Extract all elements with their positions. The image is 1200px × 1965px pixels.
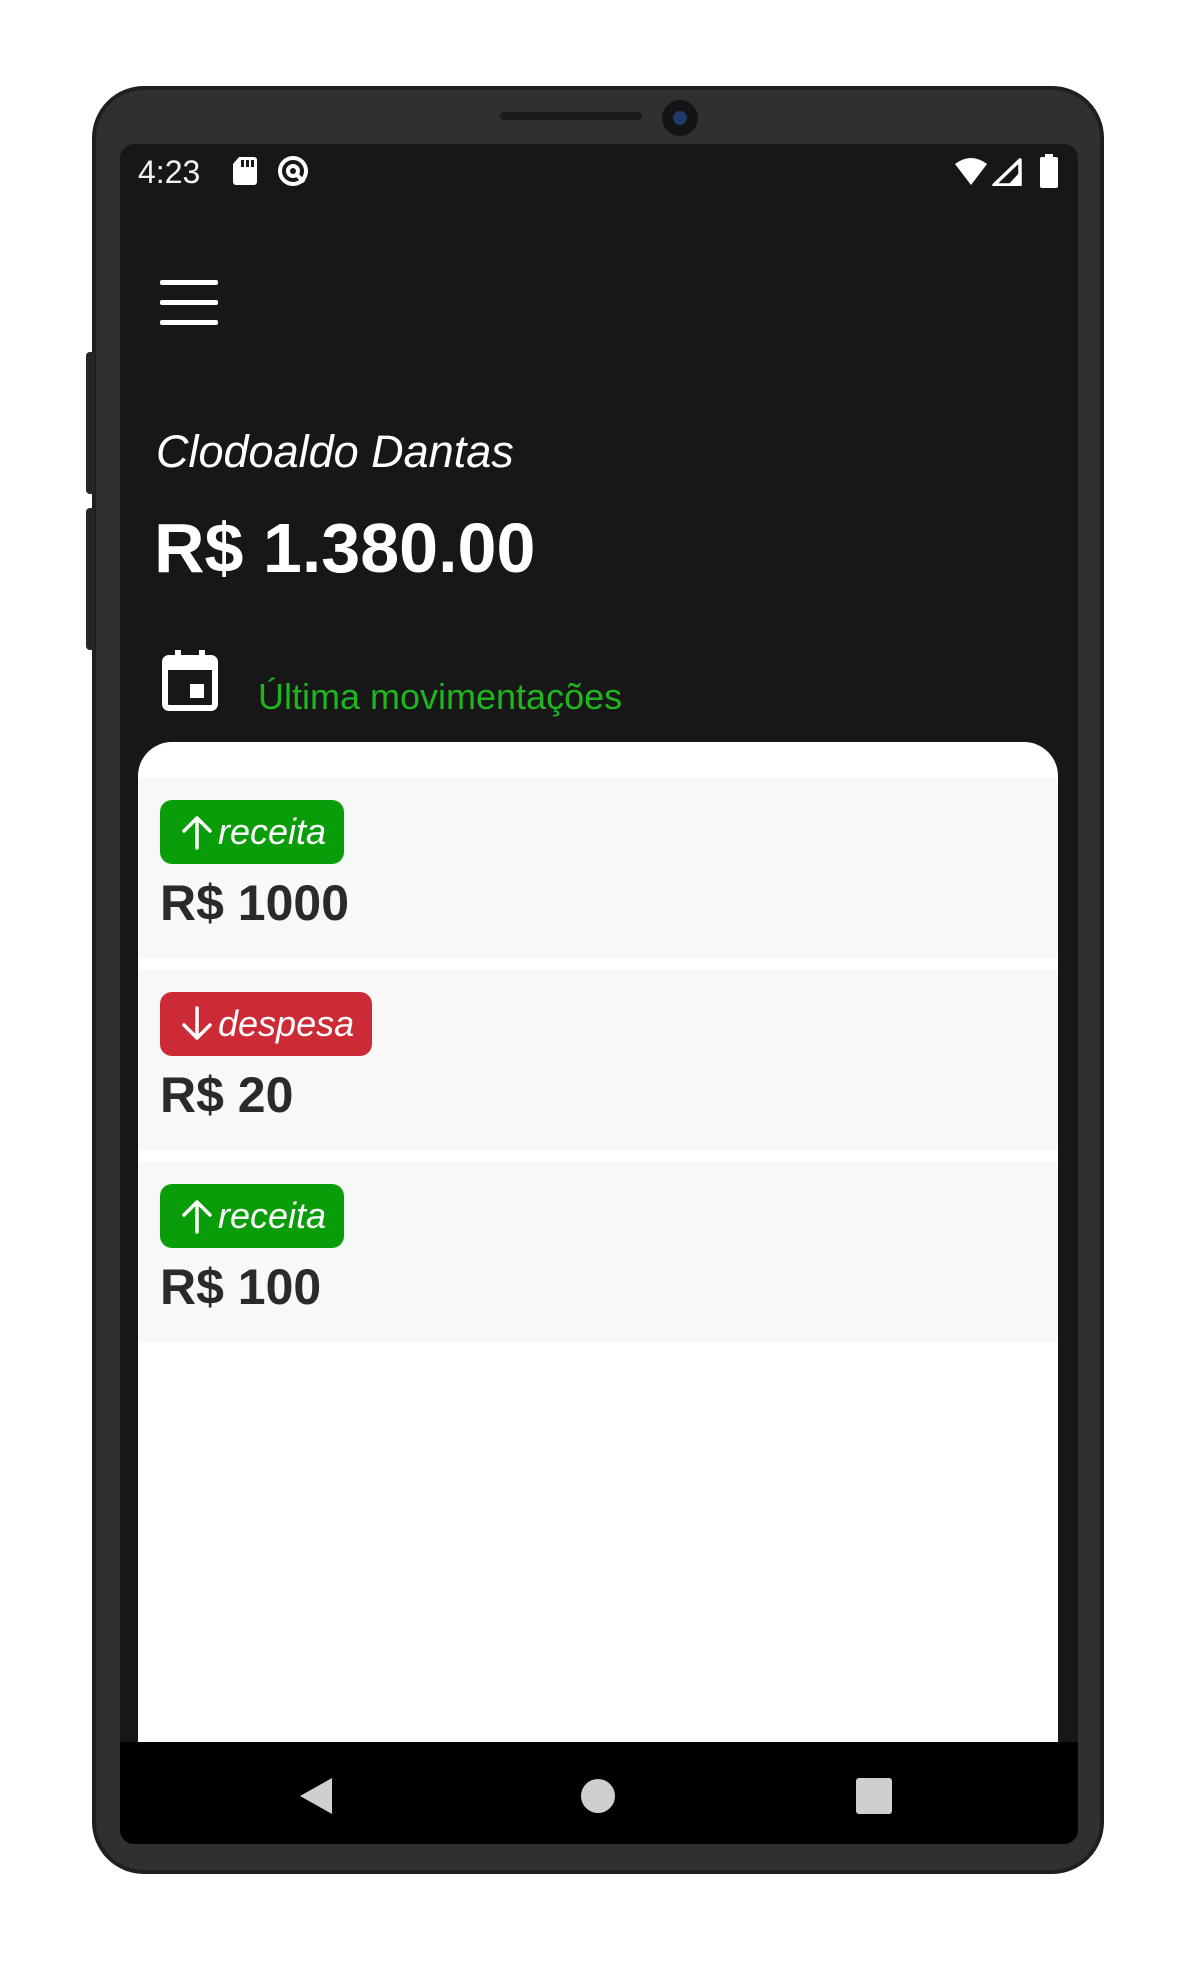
battery-icon	[1040, 154, 1058, 188]
section-title: Última movimentações	[258, 676, 623, 717]
volume-button	[86, 352, 94, 494]
badge-label: despesa	[218, 1003, 355, 1044]
sd-card-icon	[233, 157, 257, 185]
arrow-down-icon	[182, 1006, 212, 1040]
transaction-amount: R$ 20	[160, 1067, 294, 1123]
calendar-icon[interactable]	[162, 650, 218, 712]
hamburger-menu-icon[interactable]	[158, 280, 222, 332]
transaction-amount: R$ 1000	[160, 875, 350, 931]
transaction-item[interactable]: despesa R$ 20	[138, 970, 1058, 1150]
transaction-item[interactable]: receita R$ 100	[138, 1162, 1058, 1342]
cell-signal-icon	[992, 158, 1022, 186]
type-badge-income: receita	[160, 1184, 345, 1248]
badge-label: receita	[218, 811, 327, 852]
power-button	[86, 508, 94, 650]
balance-amount: R$ 1.380.00	[154, 509, 536, 587]
arrow-up-icon	[182, 1200, 212, 1234]
home-icon[interactable]	[580, 1778, 616, 1814]
data-saver-icon	[278, 156, 308, 186]
type-badge-expense: despesa	[160, 992, 373, 1056]
system-nav-bar	[120, 1742, 1078, 1844]
front-camera	[662, 100, 698, 136]
badge-label: receita	[218, 1195, 327, 1236]
transaction-item[interactable]: receita R$ 1000	[138, 778, 1058, 958]
recents-icon[interactable]	[856, 1778, 892, 1814]
status-bar: 4:23	[120, 144, 1078, 200]
back-icon[interactable]	[298, 1776, 334, 1816]
transaction-amount: R$ 100	[160, 1259, 322, 1315]
speaker	[500, 112, 642, 120]
wifi-icon	[955, 158, 987, 185]
type-badge-income: receita	[160, 800, 345, 864]
app-screen: 4:23 Clodoaldo Dantas R$ 1.380.00 Última…	[120, 144, 1078, 1844]
transactions-panel: receita R$ 1000 despesa R$ 20 receita R$…	[138, 742, 1058, 1742]
status-time: 4:23	[138, 154, 201, 190]
user-name: Clodoaldo Dantas	[156, 426, 514, 477]
arrow-up-icon	[182, 816, 212, 850]
